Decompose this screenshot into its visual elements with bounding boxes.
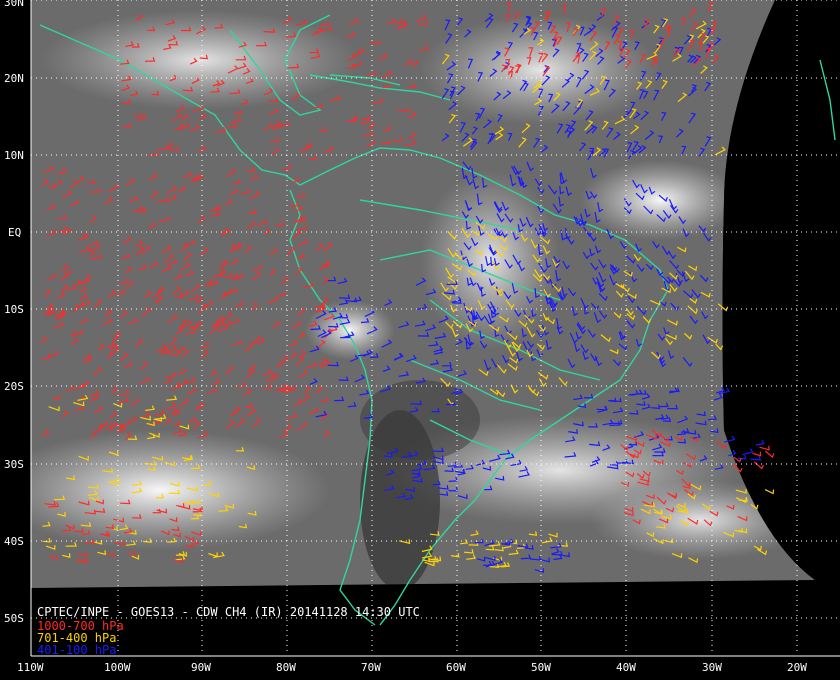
- longitude-label: 60W: [446, 661, 466, 674]
- latitude-label: 10S: [4, 303, 24, 316]
- satellite-wind-map: 30N 20N 10N EQ 10S 20S 30S 40S 50S 110W …: [0, 0, 840, 680]
- longitude-label: 80W: [276, 661, 296, 674]
- longitude-label: 100W: [104, 661, 131, 674]
- latitude-label: 30S: [4, 458, 24, 471]
- latitude-label: 50S: [4, 612, 24, 625]
- legend-entry-high-level: 401-100 hPa: [37, 643, 116, 657]
- longitude-label: 50W: [531, 661, 551, 674]
- map-title: CPTEC/INPE - GOES13 - CDW CH4 (IR) 20141…: [37, 605, 420, 619]
- longitude-label: 110W: [17, 661, 44, 674]
- latitude-label: 20S: [4, 380, 24, 393]
- longitude-label: 30W: [702, 661, 722, 674]
- latitude-label: 10N: [4, 149, 24, 162]
- latitude-label: 40S: [4, 535, 24, 548]
- cloud-mass: [420, 15, 660, 125]
- longitude-label: 90W: [191, 661, 211, 674]
- cloud-mass: [580, 160, 740, 240]
- cloud-mass: [40, 10, 360, 110]
- satellite-imagery: [0, 0, 840, 680]
- latitude-label: 20N: [4, 72, 24, 85]
- latitude-label: 30N: [4, 0, 24, 9]
- cloud-mass: [31, 430, 330, 550]
- longitude-label: 40W: [616, 661, 636, 674]
- left-space-region: [0, 0, 31, 590]
- longitude-label: 70W: [361, 661, 381, 674]
- longitude-label: 20W: [787, 661, 807, 674]
- latitude-label: EQ: [8, 226, 21, 239]
